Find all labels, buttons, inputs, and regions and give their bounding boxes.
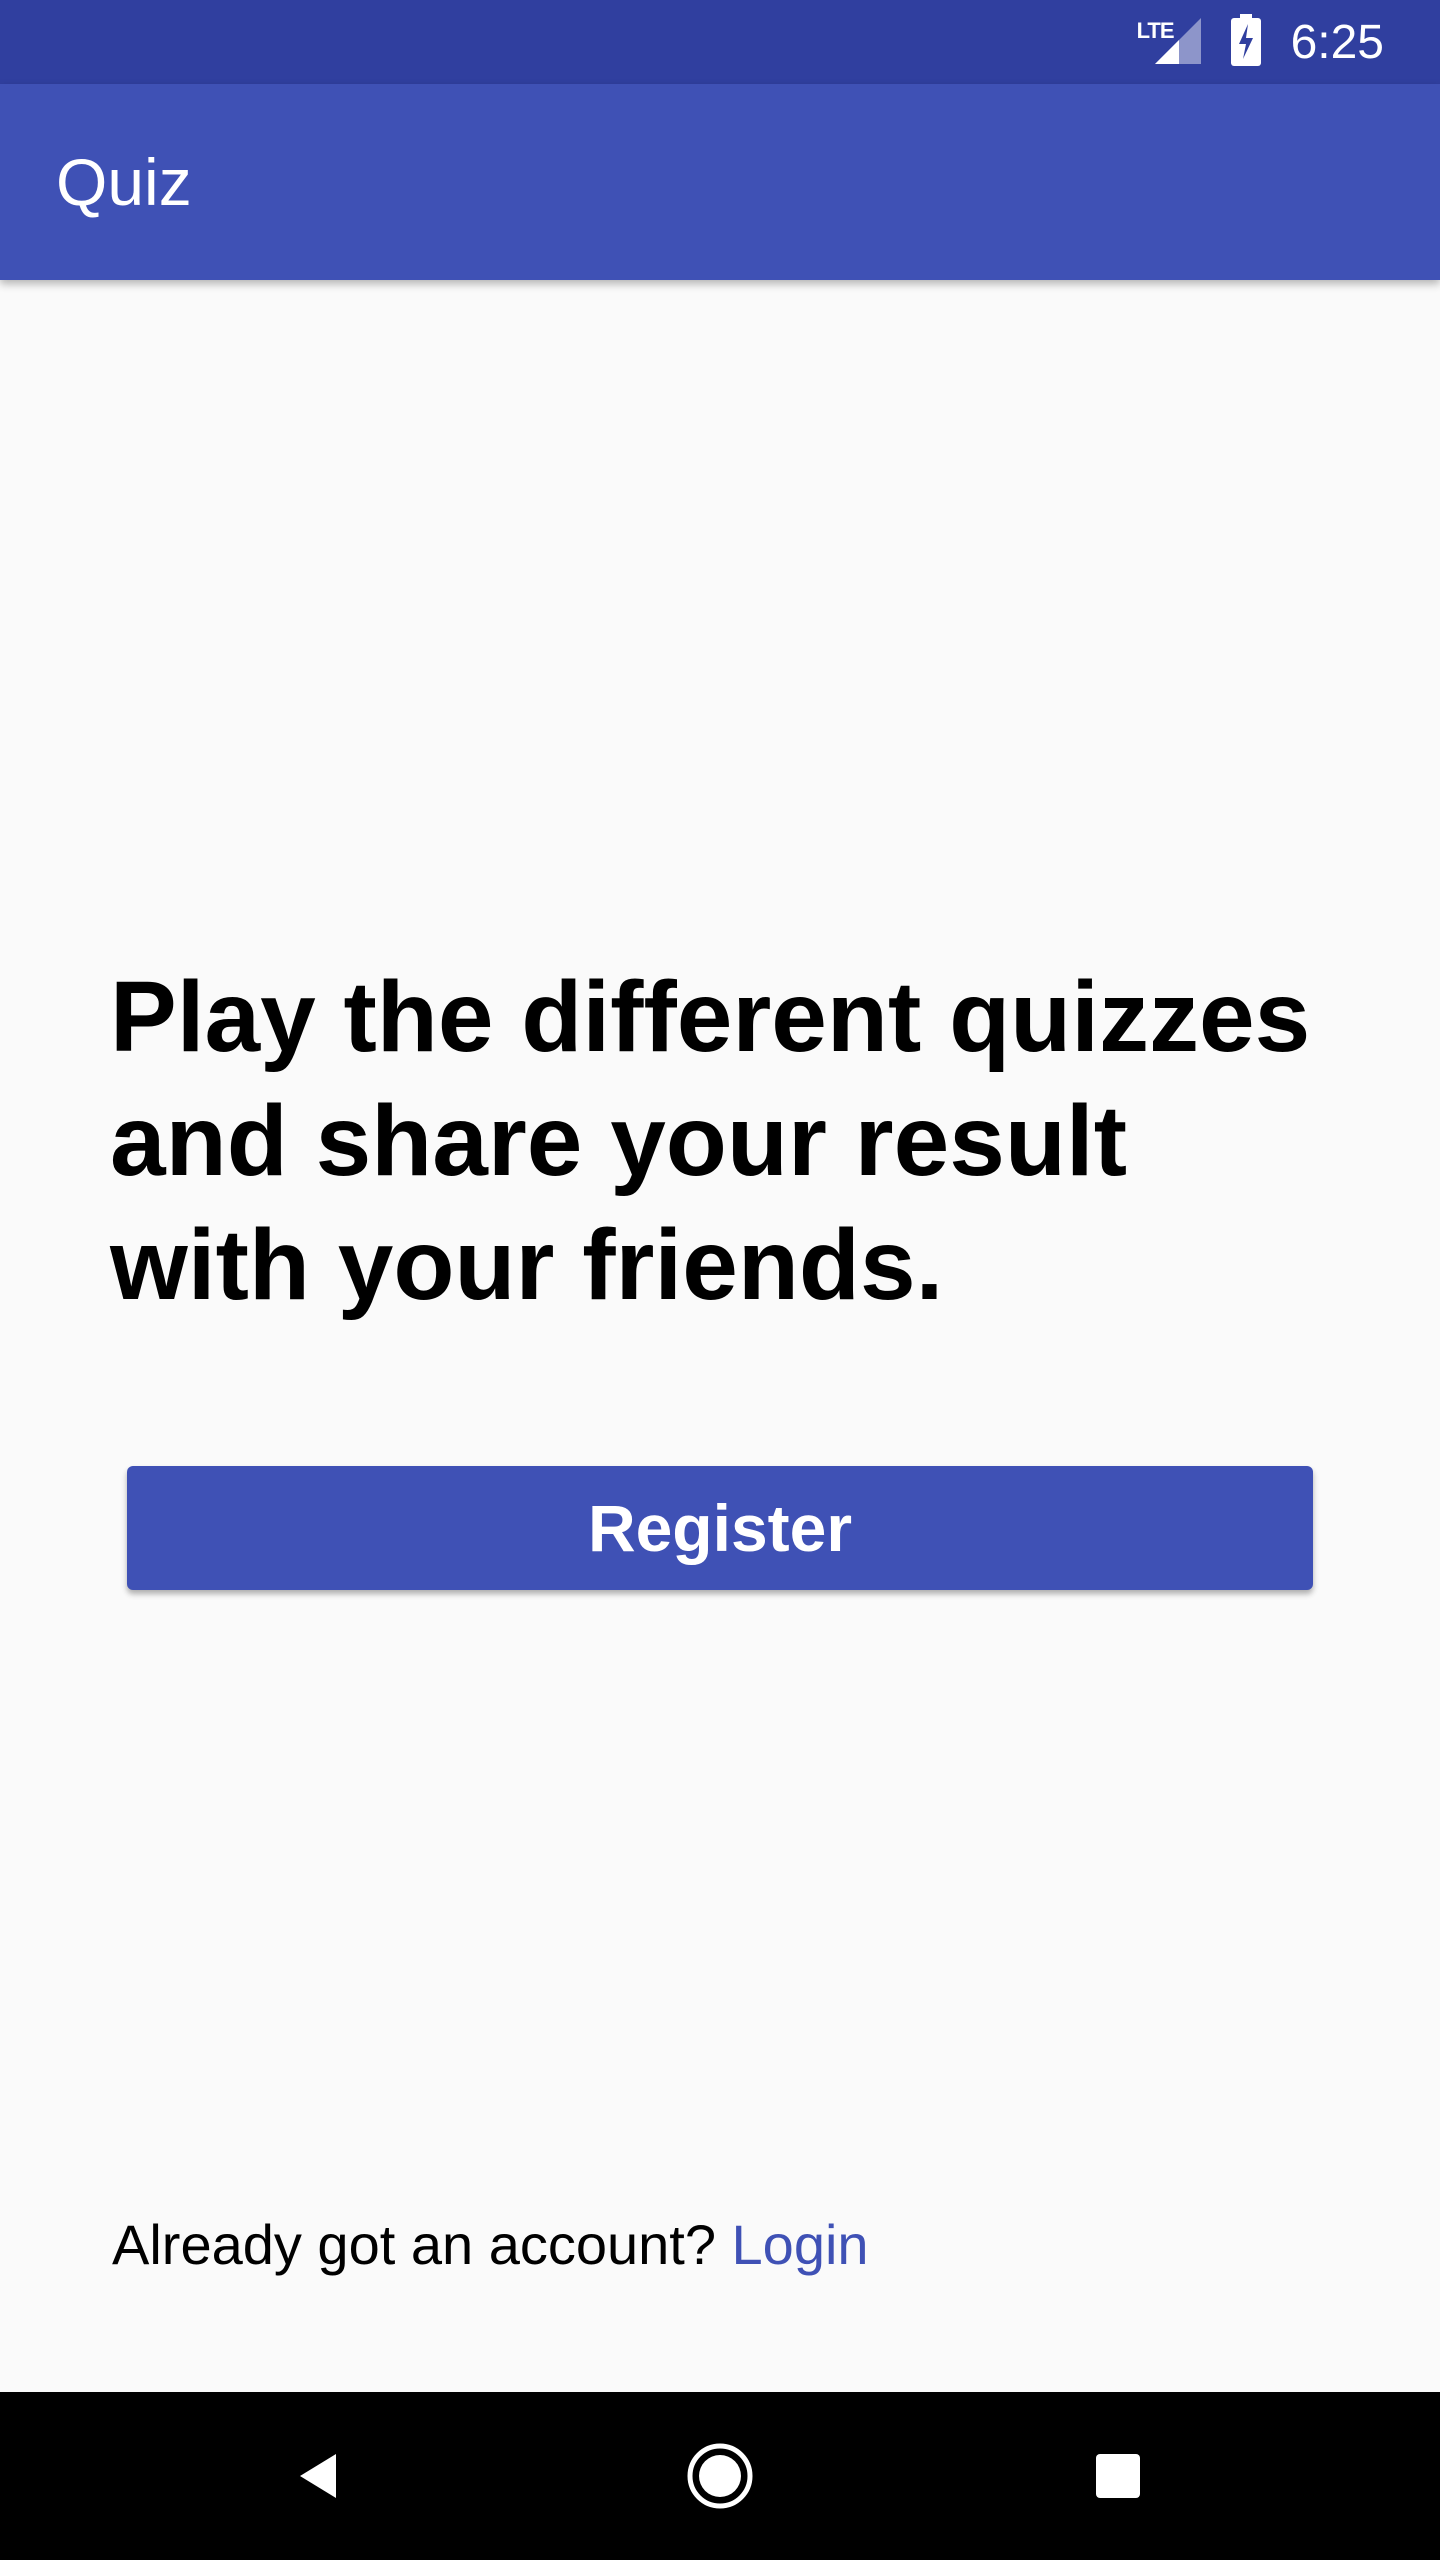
lte-signal-icon: LTE bbox=[1137, 14, 1201, 70]
headline: Play the different quizzes and share your… bbox=[110, 955, 1370, 1327]
app-title: Quiz bbox=[56, 145, 192, 219]
status-time: 6:25 bbox=[1290, 15, 1384, 69]
register-button[interactable]: Register bbox=[127, 1466, 1313, 1590]
navigation-bar bbox=[0, 2392, 1440, 2560]
account-prompt-text: Already got an account? bbox=[112, 2213, 716, 2276]
back-icon[interactable] bbox=[236, 2392, 404, 2560]
battery-charging-icon bbox=[1230, 13, 1261, 71]
status-bar: LTE 6:25 bbox=[0, 0, 1440, 84]
home-icon[interactable] bbox=[636, 2392, 804, 2560]
status-icons: LTE 6:25 bbox=[1137, 0, 1384, 84]
headline-line-1: Play the different quizzes bbox=[110, 961, 1311, 1073]
headline-line-2: and share your result bbox=[110, 1085, 1127, 1197]
login-link[interactable]: Login bbox=[732, 2213, 869, 2276]
app-bar: Quiz bbox=[0, 84, 1440, 280]
headline-line-3: with your friends. bbox=[110, 1209, 944, 1321]
login-prompt-row: Already got an account? Login bbox=[112, 2210, 869, 2280]
recents-icon[interactable] bbox=[1034, 2392, 1202, 2560]
